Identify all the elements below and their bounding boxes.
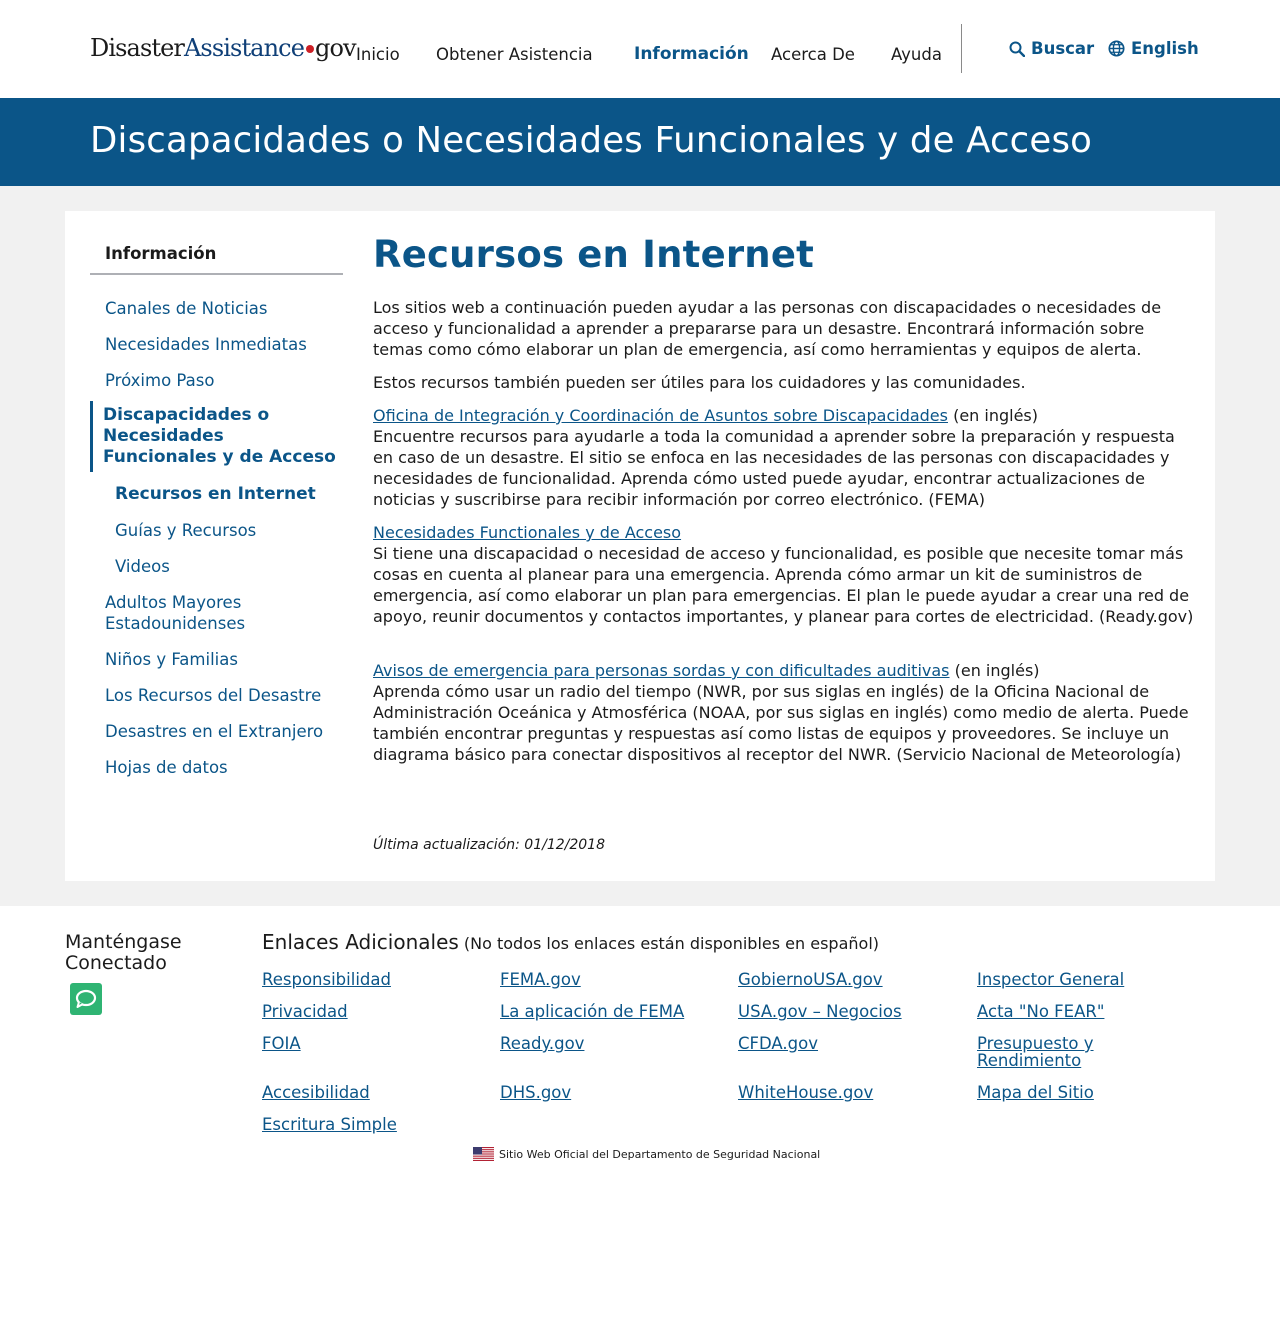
- logo-text-gov: gov: [315, 34, 357, 62]
- sidebar-subitem-videos[interactable]: Videos: [115, 556, 170, 577]
- sidebar-divider: [90, 273, 343, 275]
- nav-item-obtener-asistencia[interactable]: Obtener Asistencia: [436, 45, 593, 64]
- us-flag-icon: [473, 1147, 494, 1161]
- search-button[interactable]: Buscar: [1009, 39, 1094, 58]
- logo-dot-icon: [306, 44, 314, 53]
- page-hero: Discapacidades o Necesidades Funcionales…: [0, 98, 1280, 186]
- language-label: English: [1131, 39, 1199, 58]
- resource-item: Oficina de Integración y Coordinación de…: [373, 405, 1198, 510]
- stay-connected-heading: Manténgase Conectado: [65, 931, 182, 974]
- resource-link-odic[interactable]: Oficina de Integración y Coordinación de…: [373, 406, 948, 425]
- footer-link-fema-app[interactable]: La aplicación de FEMA: [500, 1003, 684, 1020]
- sidebar-subitem-recursos-en-internet[interactable]: Recursos en Internet: [115, 484, 316, 505]
- logo-text-disaster: Disaster: [90, 34, 185, 62]
- footer-link-accesibilidad[interactable]: Accesibilidad: [262, 1084, 370, 1101]
- intro-paragraph-2: Estos recursos también pueden ser útiles…: [373, 373, 1026, 392]
- nav-item-informacion[interactable]: Información: [634, 44, 749, 64]
- footer-link-responsibilidad[interactable]: Responsibilidad: [262, 971, 391, 988]
- sidebar-subitem-guias-y-recursos[interactable]: Guías y Recursos: [115, 520, 256, 541]
- last-updated: Última actualización: 01/12/2018: [373, 837, 605, 853]
- footer-link-privacidad[interactable]: Privacidad: [262, 1003, 348, 1020]
- footer-link-foia[interactable]: FOIA: [262, 1035, 301, 1052]
- footer-link-fema[interactable]: FEMA.gov: [500, 971, 581, 988]
- site-logo[interactable]: DisasterAssistance gov: [90, 34, 357, 62]
- search-icon: [1009, 41, 1025, 57]
- sidebar-item-canales-de-noticias[interactable]: Canales de Noticias: [105, 298, 268, 319]
- footer-link-whitehouse[interactable]: WhiteHouse.gov: [738, 1084, 873, 1101]
- footer-link-mapa-del-sitio[interactable]: Mapa del Sitio: [977, 1084, 1094, 1101]
- footer-link-presupuesto[interactable]: Presupuesto y Rendimiento: [977, 1035, 1137, 1069]
- footer-link-usagov-negocios[interactable]: USA.gov – Negocios: [738, 1003, 902, 1020]
- sidebar-item-recursos-del-desastre[interactable]: Los Recursos del Desastre: [105, 685, 321, 706]
- nav-item-inicio[interactable]: Inicio: [356, 45, 400, 64]
- footer-link-cfda[interactable]: CFDA.gov: [738, 1035, 818, 1052]
- nav-divider: [961, 24, 962, 73]
- resource-language-note: (en inglés): [949, 661, 1040, 680]
- language-toggle[interactable]: English: [1108, 39, 1199, 58]
- footer-link-dhs[interactable]: DHS.gov: [500, 1084, 571, 1101]
- sidebar-item-desastres-extranjero[interactable]: Desastres en el Extranjero: [105, 721, 323, 742]
- logo-text-assistance: Assistance: [183, 34, 305, 62]
- sidebar-item-adultos-mayores[interactable]: Adultos Mayores Estadounidenses: [105, 592, 305, 634]
- sidebar-item-hojas-de-datos[interactable]: Hojas de datos: [105, 757, 228, 778]
- footer-link-escritura-simple[interactable]: Escritura Simple: [262, 1116, 397, 1133]
- additional-links-heading: Enlaces Adicionales (No todos los enlace…: [262, 930, 879, 954]
- dhs-official-site: Sitio Web Oficial del Departamento de Se…: [473, 1147, 820, 1161]
- sidebar-current-indicator: [90, 401, 93, 472]
- additional-links-title: Enlaces Adicionales: [262, 930, 459, 954]
- dhs-official-text: Sitio Web Oficial del Departamento de Se…: [499, 1147, 821, 1161]
- chat-icon[interactable]: [70, 983, 102, 1015]
- footer-link-inspector-general[interactable]: Inspector General: [977, 971, 1124, 988]
- footer-link-ready[interactable]: Ready.gov: [500, 1035, 584, 1052]
- resource-link-nws[interactable]: Avisos de emergencia para personas sorda…: [373, 661, 950, 680]
- resource-description: Encuentre recursos para ayudarle a toda …: [373, 427, 1175, 509]
- search-label: Buscar: [1031, 39, 1095, 58]
- globe-icon: [1108, 40, 1125, 57]
- nav-item-acerca-de[interactable]: Acerca De: [771, 45, 855, 64]
- sidebar-item-ninos-y-familias[interactable]: Niños y Familias: [105, 649, 238, 670]
- additional-links-note: (No todos los enlaces están disponibles …: [458, 934, 879, 953]
- sidebar-item-necesidades-inmediatas[interactable]: Necesidades Inmediatas: [105, 334, 307, 355]
- hero-title: Discapacidades o Necesidades Funcionales…: [90, 120, 1093, 161]
- sidebar-item-discapacidades[interactable]: Discapacidades o Necesidades Funcionales…: [103, 405, 338, 468]
- sidebar-item-proximo-paso[interactable]: Próximo Paso: [105, 370, 214, 391]
- sidebar-heading: Información: [105, 244, 217, 263]
- resource-link-ready[interactable]: Necesidades Functionales y de Acceso: [373, 523, 681, 542]
- resource-description: Aprenda cómo usar un radio del tiempo (N…: [373, 682, 1189, 764]
- resource-language-note: (en inglés): [947, 406, 1038, 425]
- intro-paragraph: Los sitios web a continuación pueden ayu…: [373, 298, 1162, 359]
- footer-link-no-fear[interactable]: Acta "No FEAR": [977, 1003, 1104, 1020]
- nav-item-ayuda[interactable]: Ayuda: [891, 45, 942, 64]
- footer-link-gobiernousa[interactable]: GobiernoUSA.gov: [738, 971, 883, 988]
- resource-description: Si tiene una discapacidad o necesidad de…: [373, 544, 1194, 626]
- page-title: Recursos en Internet: [373, 233, 815, 276]
- site-header: DisasterAssistance gov Inicio Obtener Asi…: [0, 0, 1280, 98]
- resource-item: Avisos de emergencia para personas sorda…: [373, 660, 1198, 765]
- resource-item: Necesidades Functionales y de Acceso Si …: [373, 522, 1198, 627]
